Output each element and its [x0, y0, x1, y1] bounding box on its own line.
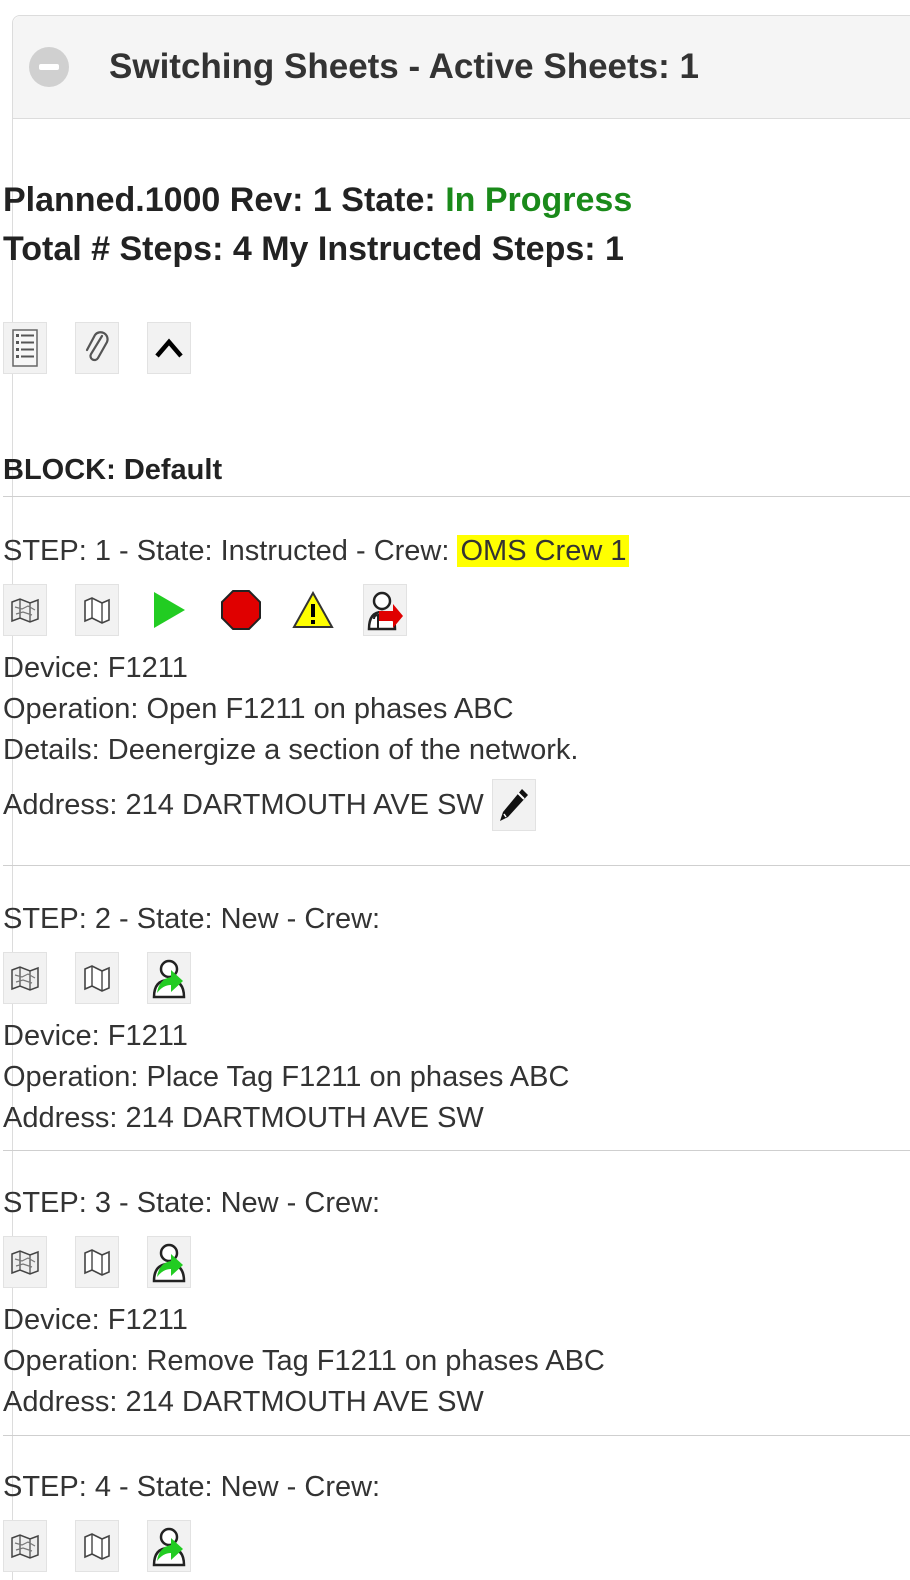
map-icon[interactable]: [3, 1236, 47, 1288]
step-1-details: Details: Deenergize a section of the net…: [3, 734, 579, 766]
step-divider: [3, 1150, 910, 1151]
step-2-operation: Operation: Place Tag F1211 on phases ABC: [3, 1061, 570, 1093]
block-label: BLOCK: Default: [3, 454, 222, 487]
block-label-key: BLOCK: [3, 454, 107, 486]
step-2-actions: [3, 952, 569, 1004]
list-icon[interactable]: [3, 322, 47, 374]
step-1-actions: [3, 584, 629, 636]
step-divider: [3, 865, 910, 866]
collapse-icon[interactable]: [29, 47, 69, 87]
step-2-device: Device: F1211: [3, 1020, 188, 1052]
step-4: STEP: 4 - State: New - Crew:: [3, 1468, 380, 1572]
crew-assign-icon[interactable]: [147, 1236, 191, 1288]
step-3-actions: [3, 1236, 605, 1288]
step-1-address: Address: 214 DARTMOUTH AVE SW: [3, 788, 484, 821]
sheet-name-rev: Planned.1000 Rev: 1 State:: [3, 181, 446, 219]
step-4-actions: [3, 1520, 380, 1572]
pencil-icon[interactable]: [491, 779, 536, 831]
step-4-title: STEP: 4 - State: New - Crew:: [3, 1471, 381, 1503]
sheet-header: Planned.1000 Rev: 1 State: In Progress T…: [3, 176, 632, 274]
crew-unassign-icon[interactable]: [363, 584, 407, 636]
map-fold-icon[interactable]: [75, 1520, 119, 1572]
step-3-operation: Operation: Remove Tag F1211 on phases AB…: [3, 1345, 605, 1377]
sheet-steps-summary: Total # Steps: 4 My Instructed Steps: 1: [3, 230, 624, 268]
sheet-toolbar: [3, 322, 191, 374]
map-fold-icon[interactable]: [75, 584, 119, 636]
crew-assign-icon[interactable]: [147, 952, 191, 1004]
sheet-state: In Progress: [445, 181, 633, 219]
step-3: STEP: 3 - State: New - Crew: Device: F12…: [3, 1184, 605, 1423]
map-icon[interactable]: [3, 952, 47, 1004]
step-2-address: Address: 214 DARTMOUTH AVE SW: [3, 1102, 484, 1134]
block-name: : Default: [106, 454, 223, 486]
paperclip-icon[interactable]: [75, 322, 119, 374]
step-1-title: STEP: 1 - State: Instructed - Crew:: [3, 535, 458, 567]
map-fold-icon[interactable]: [75, 952, 119, 1004]
step-1-device: Device: F1211: [3, 652, 188, 684]
crew-assign-icon[interactable]: [147, 1520, 191, 1572]
step-divider: [3, 1435, 910, 1436]
step-1-operation: Operation: Open F1211 on phases ABC: [3, 693, 514, 725]
step-3-device: Device: F1211: [3, 1304, 188, 1336]
step-2: STEP: 2 - State: New - Crew: Device: F12…: [3, 900, 569, 1139]
step-2-title: STEP: 2 - State: New - Crew:: [3, 903, 381, 935]
warning-icon[interactable]: [291, 584, 335, 636]
step-1: STEP: 1 - State: Instructed - Crew: OMS …: [3, 532, 630, 831]
block-divider: [3, 496, 910, 497]
stop-icon[interactable]: [219, 584, 263, 636]
panel-header: Switching Sheets - Active Sheets: 1: [13, 16, 910, 119]
chevron-up-icon[interactable]: [147, 322, 191, 374]
panel-title: Switching Sheets - Active Sheets: 1: [109, 47, 699, 86]
map-icon[interactable]: [3, 1520, 47, 1572]
step-3-title: STEP: 3 - State: New - Crew:: [3, 1187, 381, 1219]
step-1-crew[interactable]: OMS Crew 1: [457, 535, 630, 567]
step-3-address: Address: 214 DARTMOUTH AVE SW: [3, 1386, 484, 1418]
play-icon[interactable]: [147, 584, 191, 636]
map-fold-icon[interactable]: [75, 1236, 119, 1288]
map-icon[interactable]: [3, 584, 47, 636]
